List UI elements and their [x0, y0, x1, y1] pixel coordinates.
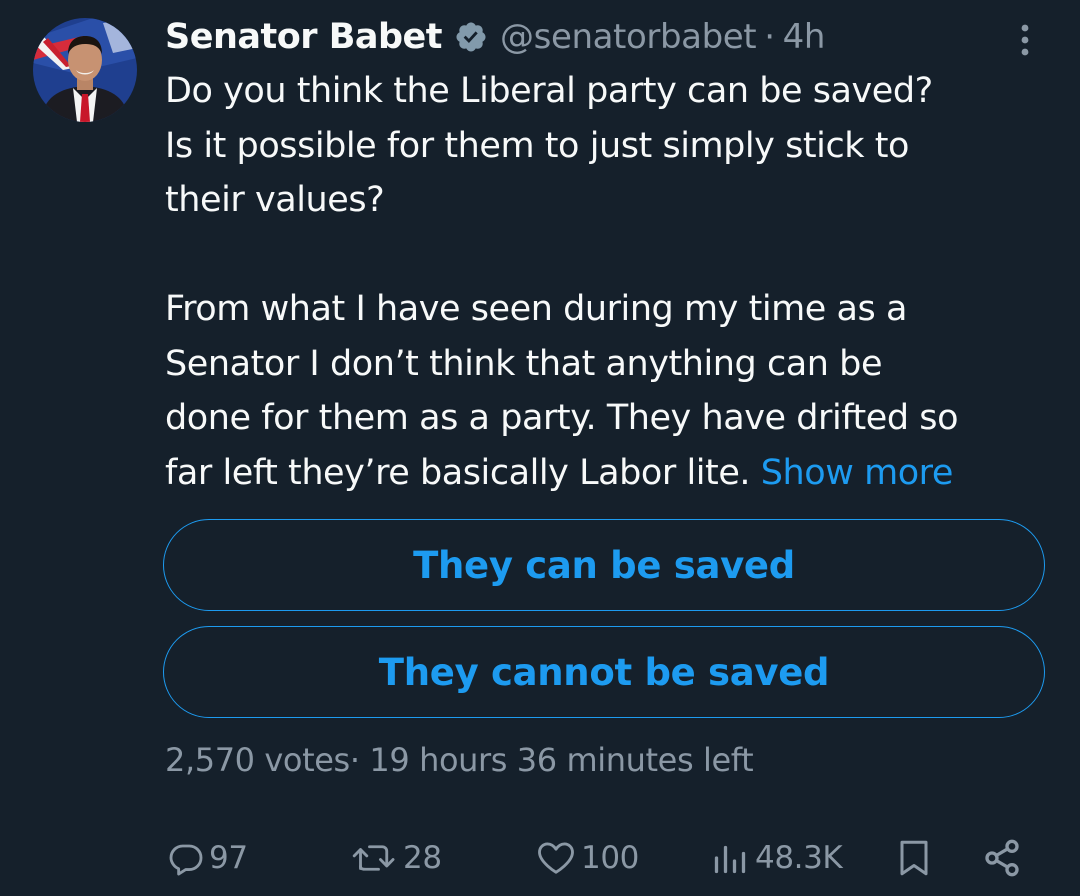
retweet-button[interactable]: 28 — [350, 836, 442, 880]
tweet-text-fragment: far left they’re basically Labor lite. — [165, 452, 751, 493]
tweet-text-line: Is it possible for them to just simply s… — [165, 125, 909, 166]
tweet-body: Do you think the Liberal party can be sa… — [165, 64, 1055, 500]
poll-time-left: 19 hours 36 minutes left — [369, 741, 754, 779]
views-button[interactable]: 48.3K — [710, 836, 843, 880]
views-count: 48.3K — [755, 840, 843, 876]
author-handle[interactable]: @senatorbabet — [500, 17, 757, 57]
like-count: 100 — [581, 840, 639, 876]
retweet-count: 28 — [403, 840, 442, 876]
poll-vote-count: 2,570 votes — [165, 741, 350, 779]
poll-option-cannot-be-saved[interactable]: They cannot be saved — [163, 626, 1045, 718]
tweet-text-line: their values? — [165, 180, 385, 220]
tweet-text-last-line: far left they’re basically Labor lite. S… — [165, 446, 1055, 501]
retweet-icon — [352, 845, 395, 871]
views-bar-chart-icon — [714, 845, 746, 874]
reply-icon — [169, 844, 203, 876]
like-button[interactable]: 100 — [536, 836, 639, 880]
poll-meta: 2,570 votes· 19 hours 36 minutes left — [165, 741, 754, 779]
poll-meta-separator: · — [349, 741, 360, 779]
reply-count: 97 — [209, 840, 248, 876]
tweet-timestamp[interactable]: 4h — [783, 17, 826, 57]
bookmark-icon — [900, 840, 928, 876]
tweet-text-line: Do you think the Liberal party can be sa… — [165, 71, 933, 111]
heart-icon — [538, 842, 574, 874]
header-separator: · — [764, 17, 775, 57]
tweet-text-line: done for them as a party. They have drif… — [165, 398, 959, 438]
more-vertical-icon — [1021, 24, 1029, 56]
more-options-button[interactable] — [1010, 22, 1040, 58]
tweet-text-line: From what I have seen during my time as … — [165, 289, 907, 329]
show-more-link[interactable]: Show more — [761, 453, 954, 493]
poll-option-can-be-saved[interactable]: They can be saved — [163, 519, 1045, 611]
share-icon — [985, 839, 1019, 877]
author-display-name[interactable]: Senator Babet — [165, 17, 443, 57]
reply-button[interactable]: 97 — [168, 836, 248, 880]
tweet-header: Senator Babet @senatorbabet · 4h — [165, 14, 825, 60]
tweet-text-line: Senator I don’t think that anything can … — [165, 343, 883, 384]
bookmark-button[interactable] — [896, 836, 932, 880]
share-button[interactable] — [982, 836, 1022, 880]
verified-badge-icon — [456, 22, 486, 52]
avatar[interactable] — [33, 18, 137, 122]
